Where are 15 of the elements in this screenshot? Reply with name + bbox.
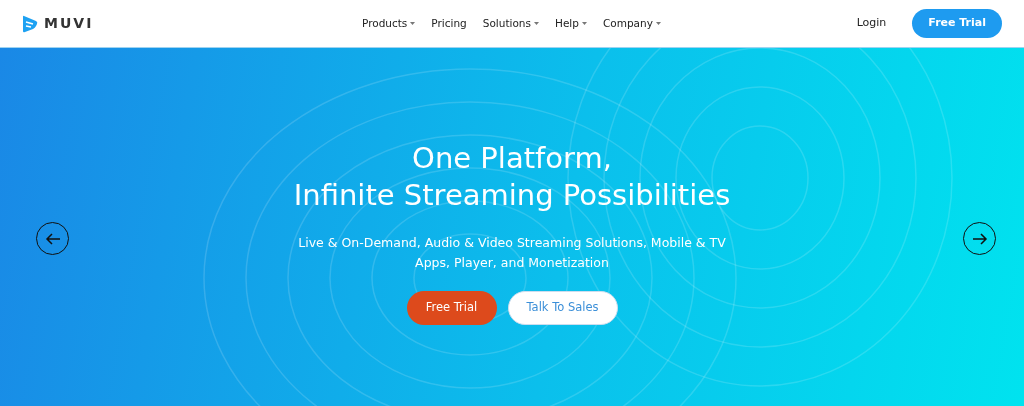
hero-title: Infinite Streaming Possibilities: [293, 177, 731, 214]
hero-title: One Platform,: [412, 140, 612, 177]
logo-text: MUVI: [44, 14, 94, 33]
talk-to-sales-button[interactable]: Talk To Sales: [507, 291, 618, 325]
hero-subtitle: Live & On-Demand, Audio & Video Streaming Solutions, Mobile & TV Apps, Player, and Monetization: [297, 234, 727, 272]
login-link[interactable]: Login: [856, 15, 887, 32]
nav-link[interactable]: Products: [362, 15, 416, 32]
arrow-left-icon: [44, 231, 61, 246]
arrow-right-icon: [971, 231, 988, 246]
nav-link[interactable]: Pricing: [431, 15, 467, 32]
nav-link[interactable]: Help: [555, 15, 587, 32]
logo-icon: [22, 14, 38, 33]
free-trial-button[interactable]: Free Trial: [406, 291, 497, 325]
nav-link[interactable]: Solutions: [482, 15, 539, 32]
nav-link[interactable]: Company: [602, 15, 661, 32]
